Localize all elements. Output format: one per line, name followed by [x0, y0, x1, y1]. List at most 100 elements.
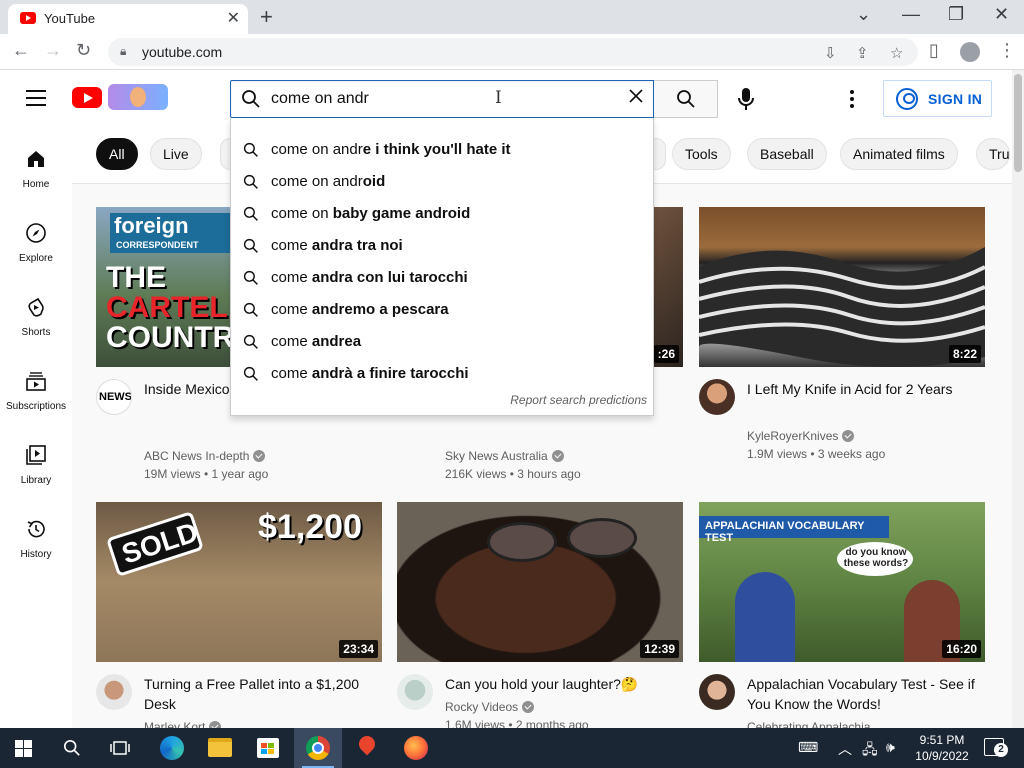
sign-in-button[interactable]: SIGN IN	[883, 80, 992, 117]
youtube-doodle-icon[interactable]	[108, 84, 168, 110]
chip-live[interactable]: Live	[150, 138, 202, 170]
taskbar-search-button[interactable]	[48, 728, 96, 768]
taskbar-app-firefox[interactable]	[392, 728, 440, 768]
channel-name[interactable]: Sky News Australia	[445, 449, 564, 463]
share-icon[interactable]: ⇪	[856, 44, 869, 62]
channel-name[interactable]: Celebrating Appalachia	[747, 720, 870, 728]
network-icon[interactable]: 🖧︎	[862, 739, 878, 763]
profile-avatar-icon[interactable]	[960, 42, 980, 62]
video-title[interactable]: Can you hold your laughter?🤔	[445, 674, 681, 694]
video-duration: 23:34	[339, 640, 378, 658]
video-title[interactable]: Appalachian Vocabulary Test - See if You…	[747, 674, 983, 714]
back-arrow-icon[interactable]: ←	[12, 40, 30, 61]
forward-arrow-icon[interactable]: →	[44, 40, 62, 61]
page-scrollbar[interactable]	[1012, 70, 1024, 728]
volume-icon[interactable]: 🕪︎	[886, 739, 895, 756]
browser-menu-icon[interactable]: ⋮	[998, 40, 1016, 61]
youtube-logo-icon[interactable]	[72, 87, 102, 108]
channel-avatar[interactable]	[699, 379, 735, 415]
video-duration: 8:22	[948, 345, 981, 363]
sidebar-item-history[interactable]: History	[0, 498, 72, 568]
suggestion-item[interactable]: come on android	[231, 166, 655, 198]
minimize-button[interactable]: —	[902, 4, 920, 25]
sidebar-item-shorts[interactable]: Shorts	[0, 276, 72, 346]
suggestion-item[interactable]: come on baby game android	[231, 198, 655, 230]
address-bar[interactable]: 🔒︎ youtube.com ⇩ ⇪ ☆	[108, 38, 918, 66]
video-duration: :26	[653, 345, 679, 363]
chip-animated-films[interactable]: Animated films	[840, 138, 958, 170]
suggestion-prefix: come	[271, 301, 312, 318]
home-icon	[28, 151, 44, 167]
channel-avatar[interactable]: NEWS	[96, 379, 132, 415]
suggestion-item[interactable]: come andra con lui tarocchi	[231, 262, 655, 294]
browser-tab-youtube[interactable]: YouTube ✕	[8, 4, 248, 34]
compass-icon	[26, 223, 46, 243]
settings-kebab-icon[interactable]	[850, 90, 858, 108]
channel-avatar[interactable]	[96, 674, 132, 710]
chip-all[interactable]: All	[96, 138, 138, 170]
video-thumbnail[interactable]: SOLD $1,200 23:34	[96, 502, 382, 662]
close-window-button[interactable]: ✕	[994, 4, 1009, 25]
task-view-button[interactable]	[96, 728, 144, 768]
edge-icon	[160, 736, 184, 760]
restore-button[interactable]: ❐	[948, 4, 964, 25]
search-button[interactable]	[654, 80, 718, 118]
start-button[interactable]	[0, 728, 48, 768]
suggestion-completion: andrea	[311, 333, 362, 350]
tab-close-icon[interactable]: ✕	[227, 8, 240, 28]
chip-baseball[interactable]: Baseball	[747, 138, 827, 170]
keyboard-icon[interactable]: ⌨	[798, 739, 818, 756]
suggestion-item[interactable]: come andra tra noi	[231, 230, 655, 262]
video-meta: 19M views • 1 year ago	[144, 467, 269, 481]
microphone-icon[interactable]	[734, 86, 758, 112]
show-hidden-icons-icon[interactable]: ︿	[838, 739, 852, 759]
side-panel-icon[interactable]: ▯	[929, 40, 939, 61]
report-predictions-link[interactable]: Report search predictions	[510, 393, 647, 407]
suggestion-completion: baby game android	[332, 205, 471, 222]
taskbar-app-edge[interactable]	[148, 728, 196, 768]
scrollbar-thumb[interactable]	[1014, 74, 1022, 172]
notification-center-icon[interactable]: 2	[984, 738, 1008, 757]
tab-search-chevron-icon[interactable]: ⌄	[856, 4, 871, 25]
suggestion-item[interactable]: come andremo a pescara	[231, 294, 655, 326]
suggestion-item[interactable]: come andrea	[231, 326, 655, 358]
clear-search-icon[interactable]	[627, 87, 645, 111]
taskbar-app-file-explorer[interactable]	[196, 728, 244, 768]
channel-name[interactable]: ABC News In-depth	[144, 449, 266, 463]
video-thumbnail[interactable]: 12:39	[397, 502, 683, 662]
verified-badge-icon	[842, 430, 855, 442]
sidebar-item-subscriptions[interactable]: Subscriptions	[0, 350, 72, 420]
sidebar-item-library[interactable]: Library	[0, 424, 72, 494]
map-pin-icon	[355, 732, 379, 756]
channel-avatar[interactable]	[397, 674, 433, 710]
taskbar-app-chrome[interactable]	[294, 728, 342, 768]
channel-name[interactable]: Rocky Videos	[445, 700, 535, 714]
search-input-value: come on andr	[271, 90, 369, 107]
taskbar-app-maps[interactable]	[343, 728, 391, 768]
channel-name[interactable]: KyleRoyerKnives	[747, 429, 855, 443]
lock-icon: 🔒︎	[120, 44, 127, 58]
avatar-text: NEWS	[99, 391, 132, 403]
video-title[interactable]: Turning a Free Pallet into a $1,200 Desk	[144, 674, 380, 714]
video-title[interactable]: I Left My Knife in Acid for 2 Years	[747, 379, 983, 399]
taskbar-app-store[interactable]	[244, 728, 292, 768]
suggestion-item[interactable]: come andrà a finire tarocchi	[231, 358, 655, 390]
search-input[interactable]: come on andr I	[230, 80, 654, 118]
video-thumbnail[interactable]: APPALACHIAN VOCABULARY TEST do you know …	[699, 502, 985, 662]
tab-title: YouTube	[44, 11, 96, 26]
bookmark-star-icon[interactable]: ☆	[890, 44, 903, 62]
chip-truncated[interactable]: Tru	[976, 138, 1011, 170]
taskbar-clock[interactable]: 9:51 PM 10/9/2022	[912, 732, 972, 764]
sidebar-item-home[interactable]: Home	[0, 128, 72, 198]
channel-avatar[interactable]	[699, 674, 735, 710]
suggestion-text: come on baby game android	[271, 205, 470, 222]
sidebar-item-explore[interactable]: Explore	[0, 202, 72, 272]
reload-icon[interactable]: ↻	[76, 40, 91, 61]
install-app-icon[interactable]: ⇩	[824, 44, 837, 62]
suggestion-item[interactable]: come on andre i think you'll hate it	[231, 134, 655, 166]
channel-name[interactable]: Marley Kort	[144, 720, 222, 728]
chip-tools[interactable]: Tools	[672, 138, 731, 170]
video-thumbnail[interactable]: 8:22	[699, 207, 985, 367]
new-tab-button[interactable]: +	[260, 4, 273, 30]
hamburger-menu-icon[interactable]	[26, 90, 46, 106]
